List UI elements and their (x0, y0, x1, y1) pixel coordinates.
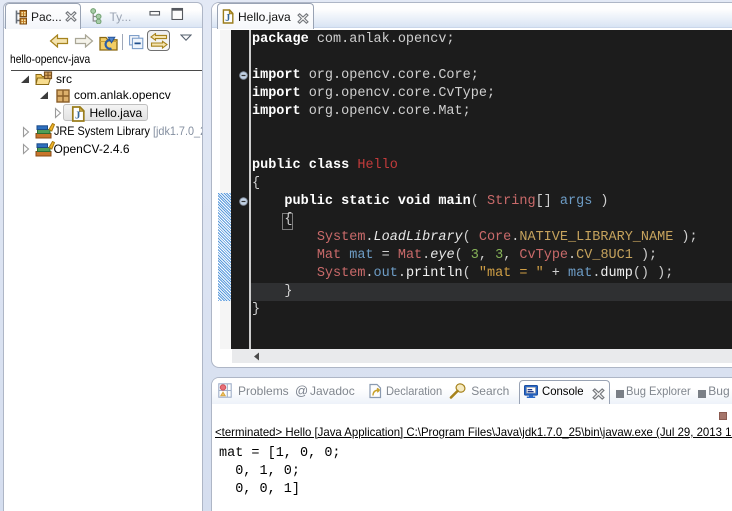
svg-text:J: J (225, 13, 230, 24)
svg-text:J: J (75, 110, 81, 122)
